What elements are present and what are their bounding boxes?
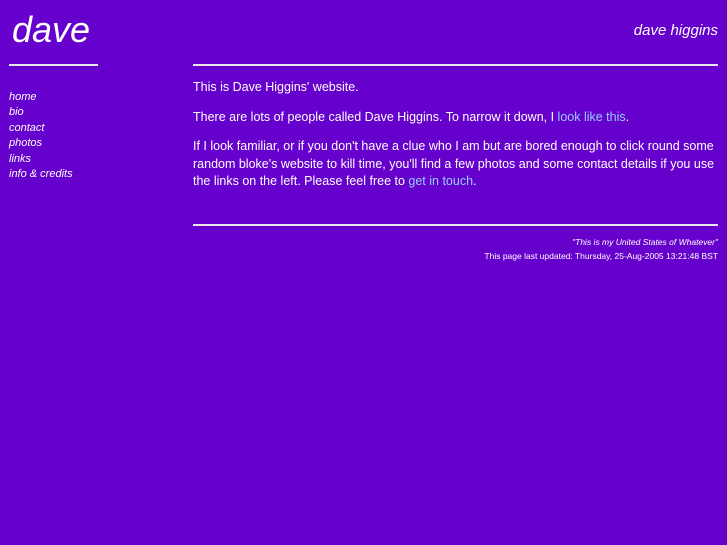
nav-link-contact[interactable]: contact [9, 122, 44, 134]
nav-item-photos: photos [9, 136, 73, 151]
sidebar-divider [9, 64, 98, 66]
narrow-down-paragraph: There are lots of people called Dave Hig… [193, 109, 718, 127]
narrow-down-text: There are lots of people called Dave Hig… [193, 109, 558, 124]
nav-item-bio: bio [9, 105, 73, 120]
sidebar-nav: home bio contact photos links info & cre… [9, 90, 73, 182]
nav-item-info-credits: info & credits [9, 167, 73, 182]
nav-link-photos[interactable]: photos [9, 137, 42, 149]
content-top-divider [193, 64, 718, 66]
site-name: dave higgins [633, 22, 718, 39]
nav-item-links: links [9, 152, 73, 167]
nav-link-bio[interactable]: bio [9, 106, 24, 118]
intro-paragraph: This is Dave Higgins' website. [193, 80, 359, 94]
narrow-down-end: . [625, 109, 630, 124]
content-bottom-divider [193, 224, 718, 226]
nav-item-contact: contact [9, 121, 73, 136]
nav-link-links[interactable]: links [9, 153, 31, 165]
get-in-touch-link[interactable]: get in touch [408, 174, 473, 188]
nav-link-home[interactable]: home [9, 91, 37, 103]
familiar-paragraph: If I look familiar, or if you don't have… [193, 138, 718, 191]
main-content: This is Dave Higgins' website. There are… [193, 79, 718, 203]
page: dave dave higgins home bio contact photo… [0, 0, 727, 545]
last-updated: This page last updated: Thursday, 25-Aug… [484, 251, 718, 261]
footer-quote: "This is my United States of Whatever" [572, 237, 718, 247]
nav-item-home: home [9, 90, 73, 105]
footer: "This is my United States of Whatever" T… [484, 235, 718, 263]
look-like-this-link[interactable]: look like this [558, 110, 626, 124]
nav-link-info-credits[interactable]: info & credits [9, 168, 73, 180]
site-logo[interactable]: dave [12, 6, 90, 54]
familiar-end: . [473, 174, 477, 189]
